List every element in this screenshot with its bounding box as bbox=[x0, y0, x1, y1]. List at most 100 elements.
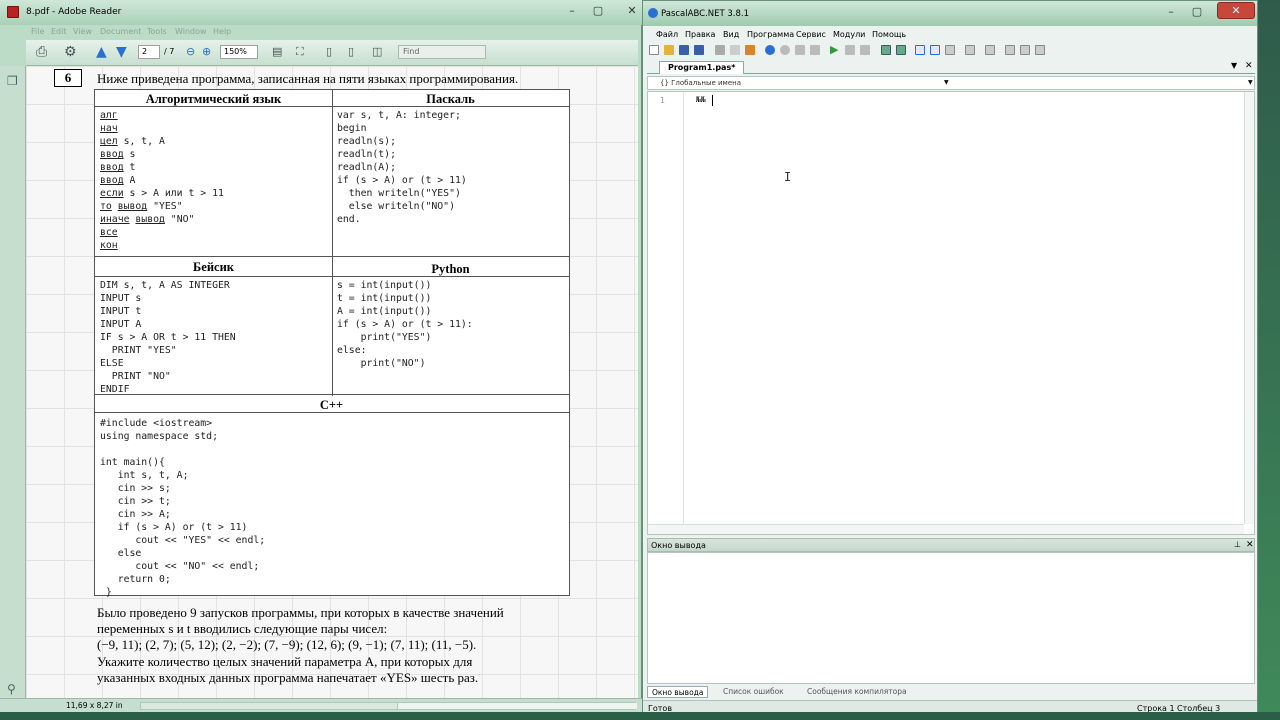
editor-tabs: Program1.pas* ▼ ✕ bbox=[647, 61, 1255, 74]
code-line: ввод t bbox=[100, 162, 136, 173]
new-file-icon[interactable] bbox=[649, 45, 659, 55]
menu-service[interactable]: Сервис bbox=[796, 30, 826, 39]
zoom-level-select[interactable]: 150% bbox=[220, 45, 258, 59]
fit-page-icon[interactable]: ⛶ bbox=[296, 44, 304, 60]
code-editor[interactable]: 1 №№ I bbox=[647, 91, 1255, 535]
menu-document[interactable]: Document bbox=[100, 27, 141, 36]
paragraph-line: указанных входных данных программа напеч… bbox=[97, 670, 479, 686]
code-algo: алг нач цел s, t, A ввод s ввод t ввод A если … bbox=[100, 109, 224, 252]
ibeam-cursor-icon: I bbox=[784, 170, 792, 184]
comment-icon[interactable] bbox=[930, 45, 940, 55]
menu-window[interactable]: Window bbox=[175, 27, 207, 36]
pascal-titlebar[interactable]: PascalABC.NET 3.8.1 – ▢ ✕ bbox=[643, 1, 1257, 26]
run-icon[interactable]: ▶ bbox=[830, 43, 838, 56]
task-paragraph-2: Укажите количество целых значений параме… bbox=[97, 654, 567, 686]
close-panel-icon[interactable]: ✕ bbox=[1246, 540, 1254, 550]
form-designer-icon[interactable] bbox=[965, 45, 975, 55]
scope-select[interactable]: {} Глобальные имена bbox=[660, 79, 741, 87]
horizontal-scrollbar[interactable] bbox=[648, 524, 1244, 534]
maximize-button[interactable]: ▢ bbox=[586, 3, 610, 19]
redo-icon[interactable] bbox=[780, 45, 790, 55]
output-panel-title: Окно вывода bbox=[651, 541, 706, 550]
tab-program1[interactable]: Program1.pas* bbox=[659, 61, 745, 74]
tab-output[interactable]: Окно вывода bbox=[647, 686, 709, 698]
vertical-scrollbar[interactable] bbox=[1244, 92, 1254, 524]
menu-program[interactable]: Программа bbox=[747, 30, 794, 39]
save-icon[interactable] bbox=[679, 45, 689, 55]
step-over-icon[interactable] bbox=[896, 45, 906, 55]
tab-compiler-messages[interactable]: Сообщения компилятора bbox=[803, 686, 911, 698]
window-cascade-icon[interactable] bbox=[1035, 45, 1045, 55]
fit-width-icon[interactable]: ▤ bbox=[272, 44, 282, 60]
cut-icon[interactable] bbox=[715, 45, 725, 55]
replace-icon[interactable] bbox=[810, 45, 820, 55]
bottom-panel-tabs: Окно вывода Список ошибок Сообщения комп… bbox=[647, 685, 1255, 699]
menu-tools[interactable]: Tools bbox=[147, 27, 167, 36]
close-tab-icon[interactable]: ✕ bbox=[1245, 61, 1253, 71]
undo-icon[interactable] bbox=[765, 45, 775, 55]
share-icon[interactable]: ⚙ bbox=[64, 44, 77, 60]
paragraph-line: Было проведено 9 запусков программы, при… bbox=[97, 605, 504, 620]
tab-error-list[interactable]: Список ошибок bbox=[719, 686, 788, 698]
editor-text[interactable]: №№ bbox=[696, 95, 706, 104]
window-split-icon[interactable] bbox=[1005, 45, 1015, 55]
horizontal-scrollbar[interactable] bbox=[140, 702, 637, 710]
pages-panel-icon[interactable]: ❐ bbox=[7, 74, 18, 88]
find-input[interactable]: Find bbox=[398, 45, 486, 59]
compile-icon[interactable] bbox=[860, 45, 870, 55]
tab-list-icon[interactable]: ▼ bbox=[1231, 61, 1237, 70]
copy-icon[interactable] bbox=[730, 45, 740, 55]
window-tile-icon[interactable] bbox=[1020, 45, 1030, 55]
menu-edit[interactable]: Edit bbox=[51, 27, 67, 36]
code-line: алг bbox=[100, 110, 118, 121]
two-page-icon[interactable]: ◫ bbox=[372, 44, 382, 60]
menu-edit[interactable]: Правка bbox=[685, 30, 715, 39]
zoom-out-icon[interactable]: ⊖ bbox=[186, 44, 195, 60]
chevron-down-icon[interactable]: ▼ bbox=[1248, 79, 1253, 86]
continuous-scroll-icon[interactable]: ▯ bbox=[348, 44, 354, 60]
next-page-icon[interactable]: ▼ bbox=[116, 44, 127, 60]
scrollbar-thumb[interactable] bbox=[397, 703, 637, 709]
paste-icon[interactable] bbox=[745, 45, 755, 55]
maximize-button[interactable]: ▢ bbox=[1185, 4, 1209, 20]
print-icon[interactable]: ⎙ bbox=[36, 44, 47, 60]
code-pascal: var s, t, A: integer; begin readln(s); r… bbox=[337, 110, 467, 225]
menu-file[interactable]: File bbox=[31, 27, 44, 36]
attachments-icon[interactable]: ⚲ bbox=[7, 682, 16, 696]
menu-file[interactable]: Файл bbox=[656, 30, 678, 39]
stop-icon[interactable] bbox=[845, 45, 855, 55]
minimize-button[interactable]: – bbox=[1159, 4, 1183, 20]
reader-titlebar[interactable]: 8.pdf - Adobe Reader – ▢ ✕ bbox=[0, 0, 642, 25]
task-intro-text: Ниже приведена программа, записанная на … bbox=[97, 71, 519, 86]
single-page-icon[interactable]: ▯ bbox=[326, 44, 332, 60]
output-window[interactable] bbox=[647, 552, 1255, 684]
pin-icon[interactable]: ⊥ bbox=[1234, 540, 1241, 549]
paragraph-line: (−9, 11); (2, 7); (5, 12); (2, −2); (7, … bbox=[97, 637, 477, 653]
open-file-icon[interactable] bbox=[664, 45, 674, 55]
save-all-icon[interactable] bbox=[694, 45, 704, 55]
format-icon[interactable] bbox=[915, 45, 925, 55]
menu-view[interactable]: Вид bbox=[723, 30, 739, 39]
menu-help[interactable]: Помощь bbox=[872, 30, 906, 39]
page-total: / 7 bbox=[164, 47, 175, 56]
menu-modules[interactable]: Модули bbox=[833, 30, 865, 39]
close-button[interactable]: ✕ bbox=[1217, 2, 1255, 19]
code-line: нач bbox=[100, 123, 118, 134]
minimize-button[interactable]: – bbox=[560, 3, 584, 19]
close-button[interactable]: ✕ bbox=[620, 3, 644, 19]
indent-icon[interactable] bbox=[945, 45, 955, 55]
header-cpp: C++ bbox=[319, 398, 344, 412]
navigation-pane: ❐ ⚲ bbox=[0, 66, 26, 698]
menu-view[interactable]: View bbox=[73, 27, 92, 36]
previous-page-icon[interactable]: ▲ bbox=[96, 44, 107, 60]
options-icon[interactable] bbox=[985, 45, 995, 55]
page-number-input[interactable]: 2 bbox=[138, 45, 160, 59]
zoom-in-icon[interactable]: ⊕ bbox=[202, 44, 211, 60]
chevron-down-icon[interactable]: ▼ bbox=[944, 79, 949, 86]
code-line: кон bbox=[100, 240, 118, 251]
code-basic: DIM s, t, A AS INTEGER INPUT s INPUT t I… bbox=[100, 280, 236, 395]
step-into-icon[interactable] bbox=[881, 45, 891, 55]
find-icon[interactable] bbox=[795, 45, 805, 55]
menu-help[interactable]: Help bbox=[213, 27, 231, 36]
code-line: ввод s bbox=[100, 149, 136, 160]
